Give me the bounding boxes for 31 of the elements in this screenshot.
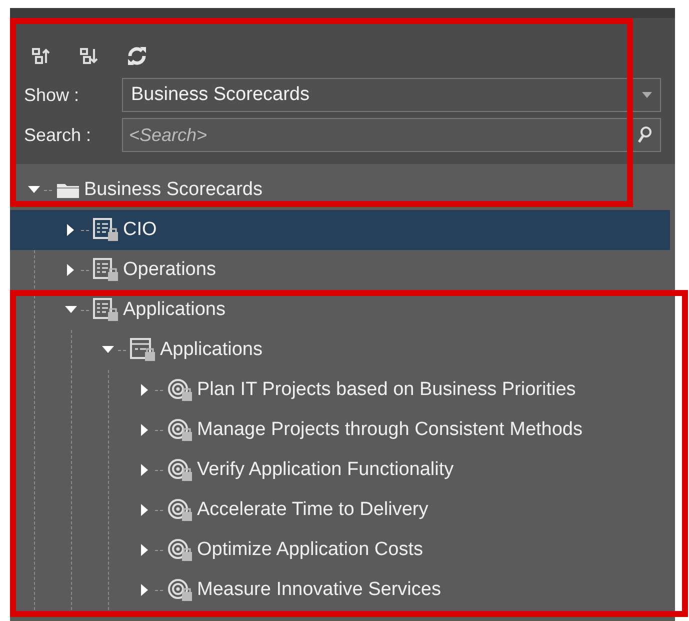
refresh-icon [126, 45, 148, 67]
scorecard-icon [93, 258, 119, 282]
tree-item[interactable]: Applications [10, 290, 670, 330]
search-icon [637, 126, 653, 144]
tree-item[interactable]: Accelerate Time to Delivery [10, 490, 670, 530]
perspective-icon [130, 338, 156, 362]
tree-item[interactable]: Optimize Application Costs [10, 530, 670, 570]
tree-item[interactable]: Manage Projects through Consistent Methods [10, 410, 670, 450]
dropdown-caret-icon [642, 92, 652, 98]
search-field[interactable]: <Search> [122, 118, 661, 152]
scorecard-icon [93, 298, 119, 322]
target-icon [167, 578, 193, 602]
tree-item[interactable]: Operations [10, 250, 670, 290]
target-icon [167, 538, 193, 562]
collapse-tree-icon [79, 46, 99, 66]
target-icon [167, 418, 193, 442]
search-label: Search : [24, 124, 92, 146]
target-icon [167, 458, 193, 482]
target-icon [167, 378, 193, 402]
show-label: Show : [24, 84, 80, 106]
tree-item[interactable]: Plan IT Projects based on Business Priorities [10, 370, 670, 410]
expand-tree-icon [31, 46, 51, 66]
scorecard-icon [93, 218, 119, 242]
tree-item[interactable]: Verify Application Functionality [10, 450, 670, 490]
target-icon [167, 498, 193, 522]
tree-item[interactable]: Business Scorecards [10, 170, 670, 210]
folder-icon [56, 181, 80, 199]
tree-item[interactable]: CIO [10, 210, 670, 250]
tree-item[interactable]: Applications [10, 330, 670, 370]
show-dropdown[interactable]: Business Scorecards [122, 78, 661, 112]
tree-item[interactable]: Measure Innovative Services [10, 570, 670, 610]
